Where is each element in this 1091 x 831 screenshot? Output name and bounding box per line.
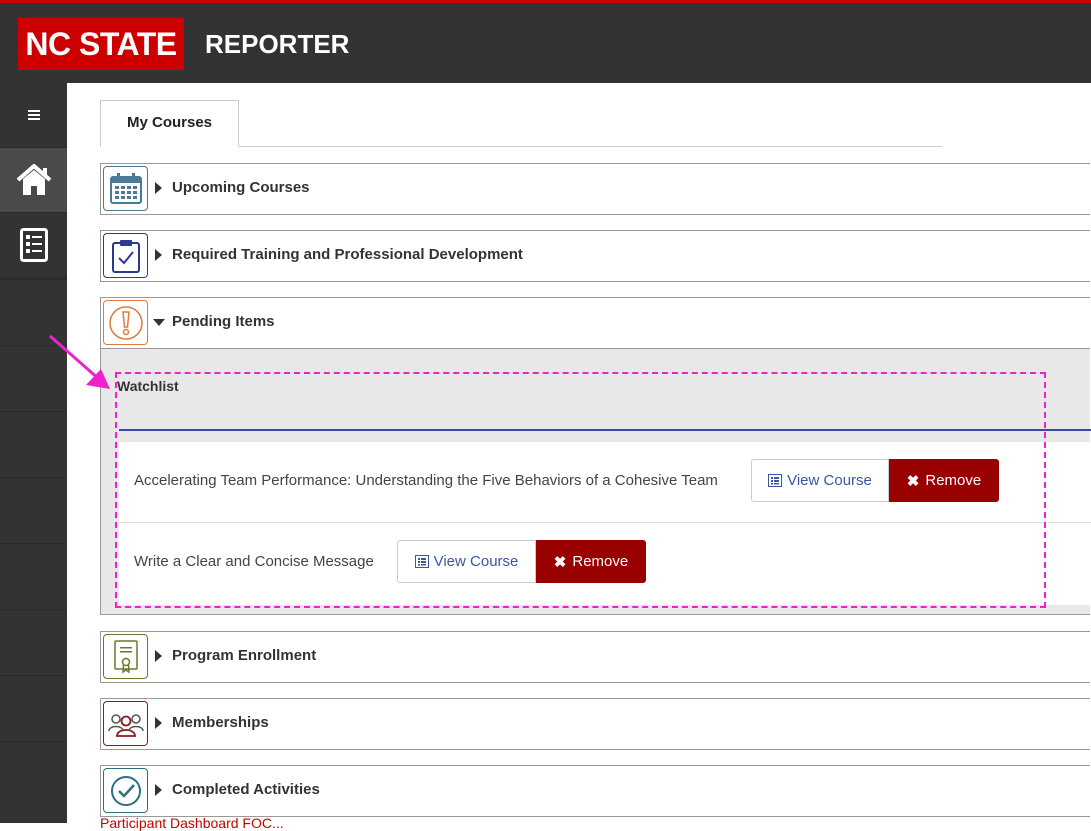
annotation-arrow-icon [49,334,110,389]
